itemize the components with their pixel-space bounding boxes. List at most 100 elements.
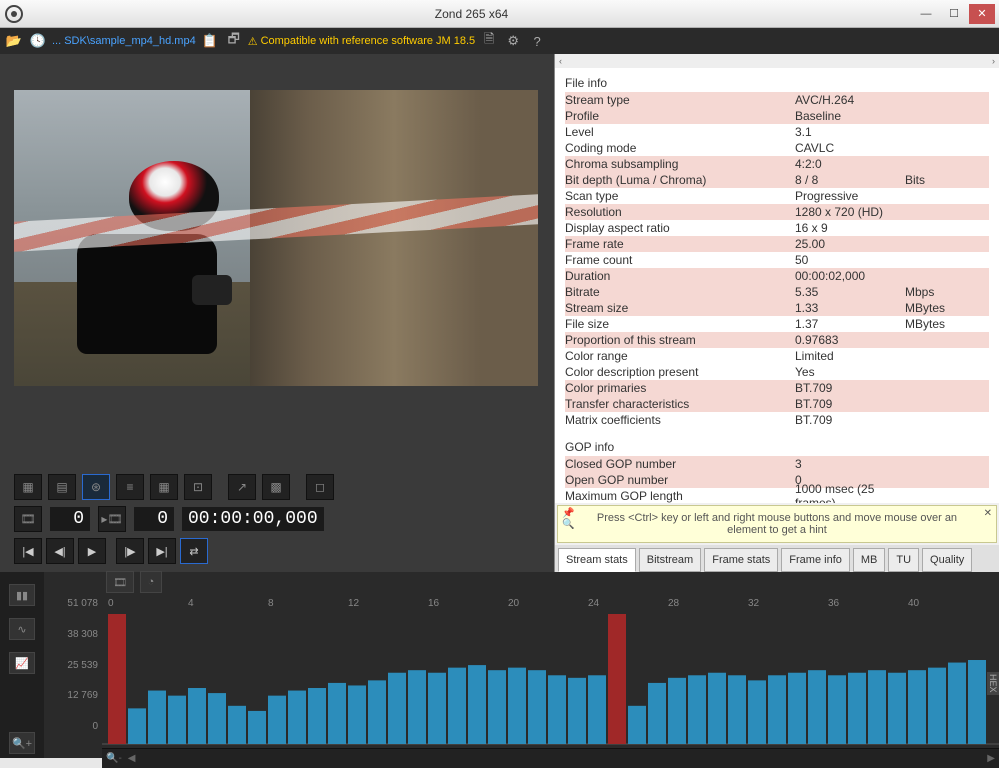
play-button[interactable]: ▶ — [78, 538, 106, 564]
tab-tu[interactable]: TU — [888, 548, 919, 572]
loop-button[interactable]: ⇄ — [180, 538, 208, 564]
main-toolbar: 📂 🕓 ... SDK\sample_mp4_hd.mp4 📋 🗗 ⚠ Comp… — [0, 28, 999, 54]
chart-area[interactable]: 🎞 ◔ 0481216202428323640 🔍- ◀▶ — [102, 572, 999, 758]
info-value: 1.33 — [795, 301, 905, 315]
info-row: Stream size1.33MBytes — [565, 300, 989, 316]
mode-9-icon[interactable]: ◻ — [306, 474, 334, 500]
prev-frame-button[interactable]: ◀| — [46, 538, 74, 564]
export-icon[interactable]: 🗎 — [479, 31, 499, 51]
info-pane: ‹› File info Stream typeAVC/H.264Profile… — [554, 54, 999, 572]
settings-icon[interactable]: ⚙ — [503, 31, 523, 51]
titlebar: Zond 265 x64 — ☐ ✕ — [0, 0, 999, 28]
info-value: 5.35 — [795, 285, 905, 299]
info-row: Display aspect ratio16 x 9 — [565, 220, 989, 236]
mode-8-icon[interactable]: ▩ — [262, 474, 290, 500]
copy-icon[interactable]: 📋 — [200, 31, 220, 51]
timecode[interactable]: 00:00:00,000 — [182, 507, 324, 531]
window-title: Zond 265 x64 — [32, 7, 911, 21]
info-label: Color description present — [565, 365, 795, 379]
tab-bitstream[interactable]: Bitstream — [639, 548, 701, 572]
info-value: 16 x 9 — [795, 221, 905, 235]
info-unit: MBytes — [905, 301, 945, 315]
scroll-top[interactable]: ‹› — [555, 54, 999, 68]
mode-5-icon[interactable]: ▦ — [150, 474, 178, 500]
info-row: Frame rate25.00 — [565, 236, 989, 252]
info-label: Stream type — [565, 93, 795, 107]
info-value: CAVLC — [795, 141, 905, 155]
info-label: Level — [565, 125, 795, 139]
file-info-panel[interactable]: File info Stream typeAVC/H.264ProfileBas… — [555, 68, 999, 503]
info-label: Transfer characteristics — [565, 397, 795, 411]
tab-quality[interactable]: Quality — [922, 548, 972, 572]
timeline-strip-icon[interactable]: 🎞 — [106, 571, 134, 593]
mode-1-icon[interactable]: ▦ — [14, 474, 42, 500]
info-value: 50 — [795, 253, 905, 267]
timeline-side-icons: ▮▮ ∿ 📈 🔍+ — [0, 572, 44, 758]
info-row: Color description presentYes — [565, 364, 989, 380]
info-row: Closed GOP number3 — [565, 456, 989, 472]
frame-input2-icon[interactable]: ▸🎞 — [98, 506, 126, 532]
timeline-panel: ▮▮ ∿ 📈 🔍+ 51 07838 30825 53912 7690 🎞 ◔ … — [0, 572, 999, 758]
info-row: Proportion of this stream0.97683 — [565, 332, 989, 348]
mode-toolbar: ▦ ▤ ⊛ ≡ ▦ ⊡ ↗ ▩ ◻ — [0, 466, 554, 504]
maximize-button[interactable]: ☐ — [941, 4, 967, 24]
first-frame-button[interactable]: |◀ — [14, 538, 42, 564]
info-value: BT.709 — [795, 397, 905, 411]
mode-4-icon[interactable]: ≡ — [116, 474, 144, 500]
new-window-icon[interactable]: 🗗 — [224, 31, 244, 51]
info-value: AVC/H.264 — [795, 93, 905, 107]
info-row: Color rangeLimited — [565, 348, 989, 364]
info-label: Profile — [565, 109, 795, 123]
file-path[interactable]: ... SDK\sample_mp4_hd.mp4 — [52, 35, 196, 47]
info-label: Scan type — [565, 189, 795, 203]
mode-7-icon[interactable]: ↗ — [228, 474, 256, 500]
wave-chart-icon[interactable]: ∿ — [9, 618, 35, 640]
help-icon[interactable]: ? — [527, 31, 547, 51]
frame-input-icon[interactable]: 🎞 — [14, 506, 42, 532]
minimize-button[interactable]: — — [913, 4, 939, 24]
info-label: Resolution — [565, 205, 795, 219]
info-row: File size1.37MBytes — [565, 316, 989, 332]
info-value: 25.00 — [795, 237, 905, 251]
info-unit: Mbps — [905, 285, 934, 299]
tab-stream-stats[interactable]: Stream stats — [558, 548, 636, 572]
info-label: Bit depth (Luma / Chroma) — [565, 173, 795, 187]
folder-open-icon[interactable]: 📂 — [4, 31, 24, 51]
info-value: Baseline — [795, 109, 905, 123]
line-chart-icon[interactable]: 📈 — [9, 652, 35, 674]
info-row: Chroma subsampling4:2:0 — [565, 156, 989, 172]
tab-frame-info[interactable]: Frame info — [781, 548, 850, 572]
pin-icon[interactable]: 📌🔍 — [562, 508, 574, 530]
info-label: Display aspect ratio — [565, 221, 795, 235]
timeline-scrollbar[interactable]: 🔍- ◀▶ — [102, 748, 999, 768]
frame-counter-2[interactable]: 0 — [134, 507, 174, 531]
mode-3-icon[interactable]: ⊛ — [82, 474, 110, 500]
timeline-clock-icon[interactable]: ◔ — [140, 571, 162, 593]
info-unit: Bits — [905, 173, 925, 187]
warning-icon: ⚠ — [248, 35, 258, 48]
mode-2-icon[interactable]: ▤ — [48, 474, 76, 500]
info-row: Maximum GOP length1000 msec (25 frames) — [565, 488, 989, 503]
info-row: Matrix coefficientsBT.709 — [565, 412, 989, 428]
bitrate-chart[interactable] — [102, 614, 999, 748]
info-label: Coding mode — [565, 141, 795, 155]
info-label: Color primaries — [565, 381, 795, 395]
video-frame[interactable] — [14, 90, 538, 386]
bar-chart-icon[interactable]: ▮▮ — [9, 584, 35, 606]
hint-close-icon[interactable]: ✕ — [984, 508, 992, 519]
file-info-header: File info — [565, 74, 989, 92]
next-frame-button[interactable]: |▶ — [116, 538, 144, 564]
zoom-in-icon[interactable]: 🔍+ — [9, 732, 35, 754]
mode-6-icon[interactable]: ⊡ — [184, 474, 212, 500]
hex-tab[interactable]: HEX — [987, 672, 999, 695]
frame-counter[interactable]: 0 — [50, 507, 90, 531]
tab-frame-stats[interactable]: Frame stats — [704, 548, 778, 572]
info-row: Bit depth (Luma / Chroma)8 / 8Bits — [565, 172, 989, 188]
close-button[interactable]: ✕ — [969, 4, 995, 24]
tab-mb[interactable]: MB — [853, 548, 886, 572]
info-label: Duration — [565, 269, 795, 283]
last-frame-button[interactable]: ▶| — [148, 538, 176, 564]
info-label: Matrix coefficients — [565, 413, 795, 427]
recent-icon[interactable]: 🕓 — [28, 31, 48, 51]
info-row: Open GOP number0 — [565, 472, 989, 488]
